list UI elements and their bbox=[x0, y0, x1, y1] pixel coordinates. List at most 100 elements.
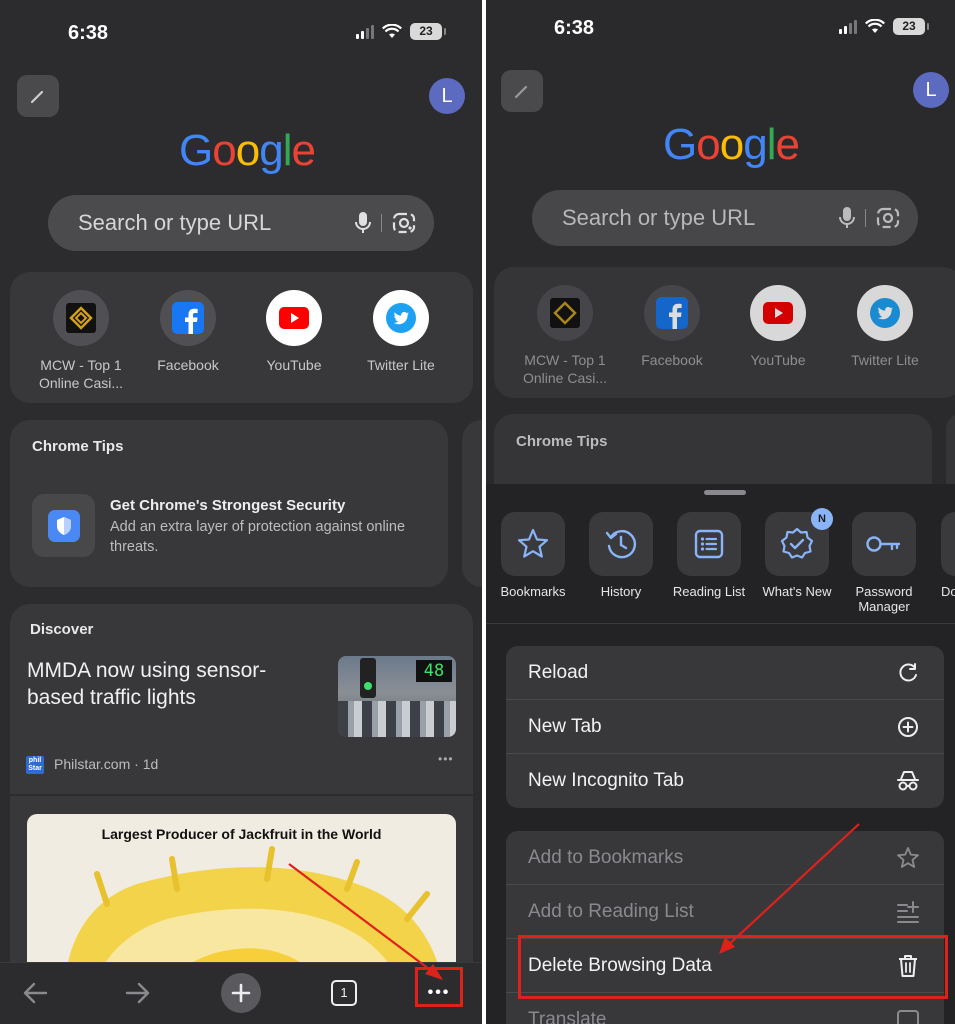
quick-action-label: Reading List bbox=[672, 584, 746, 599]
back-arrow-icon bbox=[23, 982, 48, 1004]
article-headline[interactable]: MMDA now using sensor-based traffic ligh… bbox=[27, 657, 317, 711]
shortcut-label: Facebook bbox=[157, 357, 219, 373]
sheet-grabber[interactable] bbox=[704, 490, 746, 495]
status-bar: 6:38 23 bbox=[486, 0, 955, 60]
account-avatar[interactable]: L bbox=[429, 78, 465, 114]
status-icons: 23 bbox=[839, 18, 929, 35]
countdown-display: 48 bbox=[416, 660, 452, 682]
incognito-icon bbox=[896, 769, 920, 793]
facebook-logo-icon bbox=[644, 285, 700, 341]
shortcut-facebook[interactable]: Facebook bbox=[138, 290, 238, 374]
shield-icon bbox=[47, 509, 80, 542]
chrome-tips-title: Chrome Tips bbox=[32, 438, 124, 455]
search-placeholder: Search or type URL bbox=[78, 210, 272, 235]
forward-arrow-icon bbox=[125, 982, 150, 1004]
shortcut-label: MCW - Top 1 Online Casi... bbox=[522, 352, 608, 386]
red-arrow-right bbox=[719, 823, 860, 954]
tip-title: Get Chrome's Strongest Security bbox=[110, 497, 346, 514]
youtube-logo-icon bbox=[266, 290, 322, 346]
image-caption: Largest Producer of Jackfruit in the Wor… bbox=[101, 826, 382, 842]
status-time: 6:38 bbox=[68, 22, 109, 44]
shortcuts-card: MCW - Top 1 Online Casi... Facebook YouT… bbox=[494, 267, 955, 398]
google-logo: Google bbox=[663, 120, 800, 169]
shortcut-youtube[interactable]: YouTube bbox=[244, 290, 344, 374]
shortcut-label: Twitter Lite bbox=[851, 352, 919, 368]
menu-group-tabs: Reload New Tab New Incognito Tab bbox=[506, 646, 944, 808]
quick-action-label: Bookmarks bbox=[500, 584, 566, 599]
wifi-icon bbox=[865, 19, 885, 33]
menu-item-new-tab[interactable]: New Tab bbox=[506, 700, 944, 754]
customize-button[interactable] bbox=[17, 75, 59, 117]
menu-item-reload[interactable]: Reload bbox=[506, 646, 944, 700]
add-list-icon bbox=[896, 900, 920, 924]
status-bar: 6:38 23 bbox=[0, 0, 482, 60]
reading-list-icon bbox=[677, 512, 741, 576]
mic-icon[interactable] bbox=[839, 206, 855, 230]
chrome-tips-title: Chrome Tips bbox=[516, 433, 608, 450]
red-arrow-left bbox=[288, 863, 443, 980]
lens-icon[interactable] bbox=[392, 212, 416, 234]
lens-icon[interactable] bbox=[876, 207, 900, 229]
account-avatar[interactable]: L bbox=[913, 72, 949, 108]
search-bar[interactable]: Search or type URL bbox=[48, 195, 434, 251]
tip-body: Add an extra layer of protection against… bbox=[110, 519, 406, 555]
whats-new-icon: N bbox=[765, 508, 833, 576]
cellular-signal-icon bbox=[839, 19, 857, 34]
shortcut-label: YouTube bbox=[266, 357, 322, 373]
article-more-button[interactable]: ••• bbox=[438, 752, 454, 766]
mic-icon[interactable] bbox=[355, 211, 371, 235]
quick-action-reading-list[interactable]: Reading List bbox=[664, 512, 754, 599]
traffic-light-image bbox=[360, 658, 376, 698]
pencil-icon bbox=[514, 85, 528, 99]
forward-button[interactable] bbox=[116, 971, 160, 1015]
divider bbox=[486, 623, 955, 624]
new-tab-button[interactable] bbox=[219, 971, 263, 1015]
quick-action-label: What's New bbox=[762, 584, 832, 599]
search-placeholder: Search or type URL bbox=[562, 205, 756, 230]
shortcut-facebook[interactable]: Facebook bbox=[622, 285, 722, 369]
search-bar[interactable]: Search or type URL bbox=[532, 190, 918, 246]
shortcut-label: YouTube bbox=[750, 352, 806, 368]
left-screenshot: 6:38 23 L Google Search or type URL MCW … bbox=[0, 0, 482, 1024]
shortcut-label: MCW - Top 1 Online Casi... bbox=[38, 357, 124, 391]
new-badge: N bbox=[811, 508, 833, 530]
philstar-logo-icon: phil Star bbox=[26, 756, 44, 774]
shortcuts-card: MCW - Top 1 Online Casi... Facebook YouT… bbox=[10, 272, 473, 403]
plus-circle-icon bbox=[896, 715, 920, 739]
discover-title: Discover bbox=[30, 621, 94, 638]
next-card-peek bbox=[462, 420, 482, 587]
wifi-icon bbox=[382, 24, 402, 38]
mcw-logo-icon bbox=[53, 290, 109, 346]
twitter-logo-icon bbox=[373, 290, 429, 346]
download-icon bbox=[941, 512, 955, 576]
quick-action-password-manager[interactable]: Password Manager bbox=[839, 512, 929, 614]
quick-action-label: History bbox=[600, 584, 642, 599]
shortcut-twitter[interactable]: Twitter Lite bbox=[835, 285, 935, 369]
quick-action-bookmarks[interactable]: Bookmarks bbox=[488, 512, 578, 599]
shortcut-mcw[interactable]: MCW - Top 1 Online Casi... bbox=[515, 285, 615, 387]
quick-action-downloads[interactable]: Do bbox=[927, 512, 955, 599]
article-thumbnail[interactable]: 48 bbox=[338, 656, 456, 737]
right-screenshot: 6:38 23 L Google Search or type URL MCW … bbox=[486, 0, 955, 1024]
customize-button[interactable] bbox=[501, 70, 543, 112]
chrome-tips-card[interactable]: Chrome Tips Get Chrome's Strongest Secur… bbox=[10, 420, 448, 587]
quick-action-whats-new[interactable]: N What's New bbox=[752, 508, 842, 599]
shortcut-twitter[interactable]: Twitter Lite bbox=[351, 290, 451, 374]
star-outline-icon bbox=[896, 846, 920, 870]
shortcut-label: Facebook bbox=[641, 352, 703, 368]
mcw-logo-icon bbox=[537, 285, 593, 341]
shortcut-mcw[interactable]: MCW - Top 1 Online Casi... bbox=[31, 290, 131, 392]
quick-action-label: Password Manager bbox=[855, 584, 913, 614]
traffic-cars-image bbox=[338, 701, 456, 737]
back-button[interactable] bbox=[13, 971, 57, 1015]
reload-icon bbox=[896, 661, 920, 685]
shortcut-youtube[interactable]: YouTube bbox=[728, 285, 828, 369]
quick-action-history[interactable]: History bbox=[576, 512, 666, 599]
menu-item-new-incognito-tab[interactable]: New Incognito Tab bbox=[506, 754, 944, 808]
facebook-logo-icon bbox=[160, 290, 216, 346]
quick-action-label: Do bbox=[941, 584, 955, 599]
status-time: 6:38 bbox=[554, 17, 595, 39]
youtube-logo-icon bbox=[750, 285, 806, 341]
pencil-icon bbox=[30, 90, 44, 104]
translate-icon bbox=[896, 1008, 920, 1024]
